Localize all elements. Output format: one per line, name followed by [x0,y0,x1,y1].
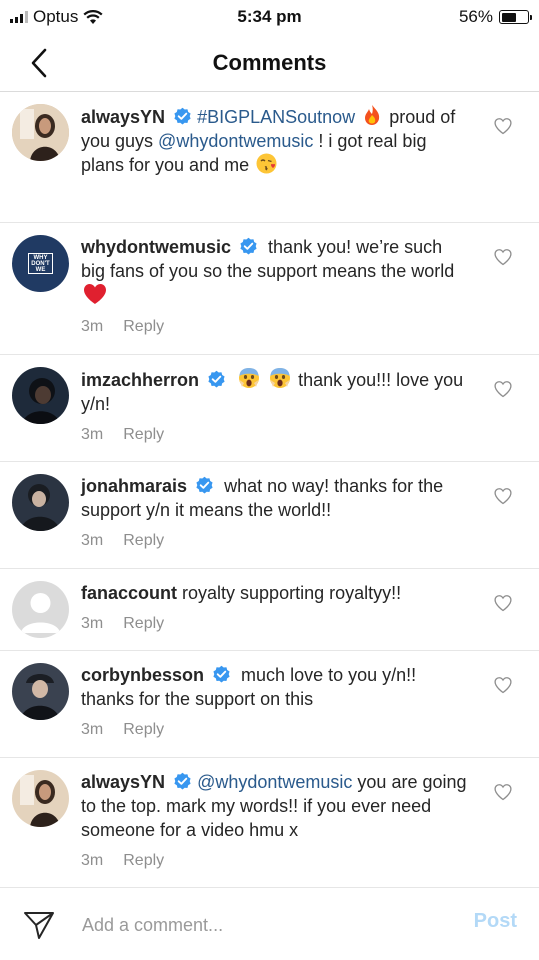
comment-time: 3m [81,615,104,632]
comment-item: fanaccount royalty supporting royaltyy!!… [0,569,539,651]
comment-item: jonahmarais what no way! thanks for the … [0,462,539,569]
status-bar: Optus 5:34 pm 56% [0,0,539,34]
avatar-photo [12,663,69,720]
comment-text: alwaysYN @whydontwemusic you are going t… [81,770,471,842]
mention-link[interactable]: @whydontwemusic [158,131,313,151]
comment-username[interactable]: corbynbesson [81,665,204,685]
back-button[interactable] [22,46,56,80]
comment-username[interactable]: imzachherron [81,370,199,390]
comment-text: jonahmarais what no way! thanks for the … [81,474,471,522]
avatar-photo [12,474,69,531]
fire-emoji-icon [365,105,380,125]
comment-composer: Post [0,887,539,960]
avatar[interactable] [12,367,69,424]
avatar-photo [12,367,69,424]
avatar[interactable] [12,104,69,161]
comment-item: corbynbesson much love to you y/n!! than… [0,651,539,758]
reply-button[interactable]: Reply [123,615,164,633]
comment-time: 3m [81,721,104,738]
avatar-photo [12,770,69,827]
comment-text: fanaccount royalty supporting royaltyy!! [81,581,471,605]
avatar-logo-text: WHY DON'T WE [31,254,50,273]
comment-username[interactable]: fanaccount [81,583,177,603]
verified-badge-icon [196,476,213,494]
comment-text: alwaysYN #BIGPLANSoutnow proud of you gu… [81,104,471,177]
avatar[interactable] [12,474,69,531]
like-heart-icon[interactable] [493,247,513,267]
chevron-left-icon [31,48,47,78]
comment-meta: 3m Reply [81,318,471,336]
comment-text: whydontwemusic thank you! we’re such big… [81,235,471,308]
battery-percent: 56% [458,7,493,26]
comment-text: corbynbesson much love to you y/n!! than… [81,663,471,711]
like-heart-icon[interactable] [493,593,513,613]
like-heart-icon[interactable] [493,782,513,802]
comment-item: WHY DON'T WE whydontwemusic thank you! w… [0,223,539,355]
reply-button[interactable]: Reply [123,532,164,550]
comment-time: 3m [81,532,104,549]
verified-badge-icon [174,107,191,125]
mention-link[interactable]: @whydontwemusic [197,772,352,792]
screaming-face-emoji-icon [270,368,291,388]
page-title: Comments [212,49,327,75]
default-avatar-icon[interactable] [12,581,69,638]
wifi-icon [83,9,103,24]
comment-meta: 3m Reply [81,615,471,633]
comment-username[interactable]: jonahmarais [81,476,187,496]
verified-badge-icon [208,370,225,388]
comment-item: alwaysYN #BIGPLANSoutnow proud of you gu… [0,92,539,223]
verified-badge-icon [240,237,257,255]
avatar[interactable]: WHY DON'T WE [12,235,69,292]
reply-button[interactable]: Reply [123,852,164,870]
hashtag-link[interactable]: #BIGPLANSoutnow [197,107,355,127]
comment-item: imzachherron thank you!!! love you y/n! … [0,355,539,462]
like-heart-icon[interactable] [493,486,513,506]
comments-list[interactable]: alwaysYN #BIGPLANSoutnow proud of you gu… [0,92,539,887]
like-heart-icon[interactable] [493,379,513,399]
avatar[interactable] [12,663,69,720]
post-button[interactable]: Post [474,910,517,933]
comment-body: royalty supporting royaltyy!! [177,583,402,603]
like-heart-icon[interactable] [493,675,513,695]
verified-badge-icon [213,665,230,683]
comment-time: 3m [81,852,104,869]
battery-icon [499,10,532,24]
red-heart-emoji-icon [84,284,106,304]
screaming-face-emoji-icon [239,368,260,388]
comment-meta: 3m Reply [81,426,471,444]
comment-username[interactable]: alwaysYN [81,107,165,127]
comment-input[interactable] [82,910,442,940]
avatar-photo [12,104,69,161]
comment-text: imzachherron thank you!!! love you y/n! [81,367,471,416]
carrier-label: Optus [33,7,79,26]
reply-button[interactable]: Reply [123,318,164,336]
comment-meta: 3m Reply [81,721,471,739]
send-icon[interactable] [22,908,56,942]
comment-username[interactable]: whydontwemusic [81,237,231,257]
signal-icon [10,11,28,23]
like-heart-icon[interactable] [493,116,513,136]
comment-username[interactable]: alwaysYN [81,772,165,792]
kissing-heart-emoji-icon [256,153,277,174]
comment-time: 3m [81,426,104,443]
comment-meta: 3m Reply [81,532,471,550]
comment-meta: 3m Reply [81,852,471,870]
reply-button[interactable]: Reply [123,426,164,444]
avatar[interactable] [12,770,69,827]
reply-button[interactable]: Reply [123,721,164,739]
comment-item: alwaysYN @whydontwemusic you are going t… [0,758,539,885]
comment-time: 3m [81,318,104,335]
verified-badge-icon [174,772,191,790]
nav-bar: Comments [0,34,539,92]
